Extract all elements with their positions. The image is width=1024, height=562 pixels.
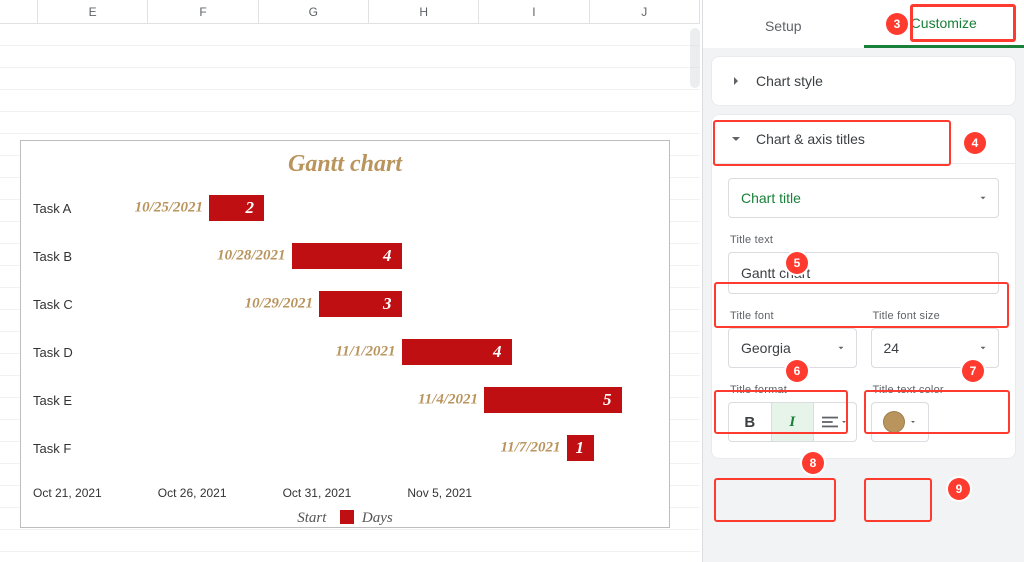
task-days-value: 4	[383, 246, 392, 266]
chart-title: Gantt chart	[33, 151, 657, 178]
spreadsheet-area: E F G H I J Gantt chart Task A 10/25/2021…	[0, 0, 700, 562]
task-start-date: 11/7/2021	[471, 440, 561, 457]
task-label: Task D	[33, 345, 99, 360]
task-days-value: 1	[576, 438, 585, 458]
task-start-date: 11/1/2021	[306, 344, 396, 361]
title-text-label: Title text	[730, 234, 999, 246]
col-header[interactable]: E	[38, 0, 148, 23]
legend-swatch-days	[340, 510, 354, 524]
task-days-value: 5	[603, 390, 612, 410]
task-row: Task A 10/25/2021 2	[33, 184, 657, 232]
task-row: Task B 10/28/2021 4	[33, 232, 657, 280]
title-text-color-picker[interactable]	[871, 402, 929, 442]
callout-9: 9	[948, 478, 970, 500]
task-days-value: 2	[246, 198, 255, 218]
chart-plot-area: Task A 10/25/2021 2 Task B 10/28/2021 4 Task C…	[33, 184, 657, 484]
title-selector[interactable]: Chart title	[728, 178, 999, 218]
task-bar: 1	[567, 435, 595, 461]
task-row: Task E 11/4/2021 5	[33, 376, 657, 424]
chart-style-label: Chart style	[756, 73, 823, 89]
task-start-date: 10/29/2021	[223, 296, 313, 313]
title-font-value: Georgia	[741, 340, 791, 356]
col-header[interactable]: H	[369, 0, 479, 23]
task-start-date: 10/28/2021	[196, 248, 286, 265]
task-label: Task A	[33, 201, 99, 216]
chevron-down-icon	[728, 131, 744, 147]
chart-editor-panel: Setup Customize Chart style Chart & axis…	[702, 0, 1024, 562]
task-label: Task F	[33, 441, 99, 456]
caret-down-icon	[836, 343, 846, 353]
caret-down-icon	[978, 343, 988, 353]
section-chart-axis-titles: Chart & axis titles Chart title Title te…	[711, 114, 1016, 459]
x-tick: Oct 21, 2021	[33, 486, 158, 506]
title-text-input[interactable]	[728, 252, 999, 294]
header-corner	[0, 0, 38, 23]
task-start-date: 10/25/2021	[113, 200, 203, 217]
task-start-date: 11/4/2021	[388, 392, 478, 409]
format-italic-button[interactable]: I	[772, 403, 815, 441]
task-bar: 5	[484, 387, 622, 413]
vertical-scrollbar[interactable]	[690, 28, 700, 88]
x-tick: Oct 26, 2021	[158, 486, 283, 506]
callout-3: 3	[886, 13, 908, 35]
col-header[interactable]: F	[148, 0, 258, 23]
task-days-value: 4	[493, 342, 502, 362]
color-swatch	[883, 411, 905, 433]
col-header[interactable]: G	[259, 0, 369, 23]
task-bar: 4	[402, 339, 512, 365]
callout-5: 5	[786, 252, 808, 274]
x-tick: Oct 31, 2021	[283, 486, 408, 506]
callout-6: 6	[786, 360, 808, 382]
title-font-size-value: 24	[884, 340, 900, 356]
caret-down-icon	[978, 193, 988, 203]
chart-x-axis: Oct 21, 2021 Oct 26, 2021 Oct 31, 2021 N…	[33, 486, 657, 506]
x-tick	[532, 486, 657, 506]
task-label: Task E	[33, 393, 99, 408]
column-headers: E F G H I J	[0, 0, 700, 24]
title-font-size-label: Title font size	[873, 310, 1000, 322]
chart-axis-titles-label: Chart & axis titles	[756, 131, 865, 147]
task-label: Task B	[33, 249, 99, 264]
callout-7: 7	[962, 360, 984, 382]
x-tick: Nov 5, 2021	[407, 486, 532, 506]
gantt-chart[interactable]: Gantt chart Task A 10/25/2021 2 Task B 10/28…	[20, 140, 670, 528]
task-bar: 3	[319, 291, 402, 317]
title-selector-value: Chart title	[741, 190, 801, 206]
legend-start: Start	[297, 510, 326, 526]
callout-8: 8	[802, 452, 824, 474]
task-label: Task C	[33, 297, 99, 312]
task-bar: 2	[209, 195, 264, 221]
title-format-group: B I	[728, 402, 857, 442]
format-align-button[interactable]	[814, 403, 856, 441]
section-chart-style[interactable]: Chart style	[711, 56, 1016, 106]
title-font-label: Title font	[730, 310, 857, 322]
legend-days: Days	[362, 510, 393, 526]
col-header[interactable]: I	[479, 0, 589, 23]
format-bold-button[interactable]: B	[729, 403, 772, 441]
title-text-color-label: Title text color	[873, 384, 1000, 396]
align-icon	[822, 415, 838, 429]
editor-tabs: Setup Customize	[703, 0, 1024, 48]
task-row: Task F 11/7/2021 1	[33, 424, 657, 472]
panel-scroll[interactable]: Chart style Chart & axis titles Chart ti…	[703, 48, 1024, 562]
caret-down-icon	[840, 418, 848, 426]
chart-legend: Start Days	[33, 510, 657, 527]
caret-down-icon	[909, 418, 917, 426]
tab-setup[interactable]: Setup	[703, 4, 864, 48]
task-days-value: 3	[383, 294, 392, 314]
task-bar: 4	[292, 243, 402, 269]
title-format-label: Title format	[730, 384, 857, 396]
col-header[interactable]: J	[590, 0, 700, 23]
callout-4: 4	[964, 132, 986, 154]
chevron-right-icon	[728, 73, 744, 89]
task-row: Task D 11/1/2021 4	[33, 328, 657, 376]
task-row: Task C 10/29/2021 3	[33, 280, 657, 328]
